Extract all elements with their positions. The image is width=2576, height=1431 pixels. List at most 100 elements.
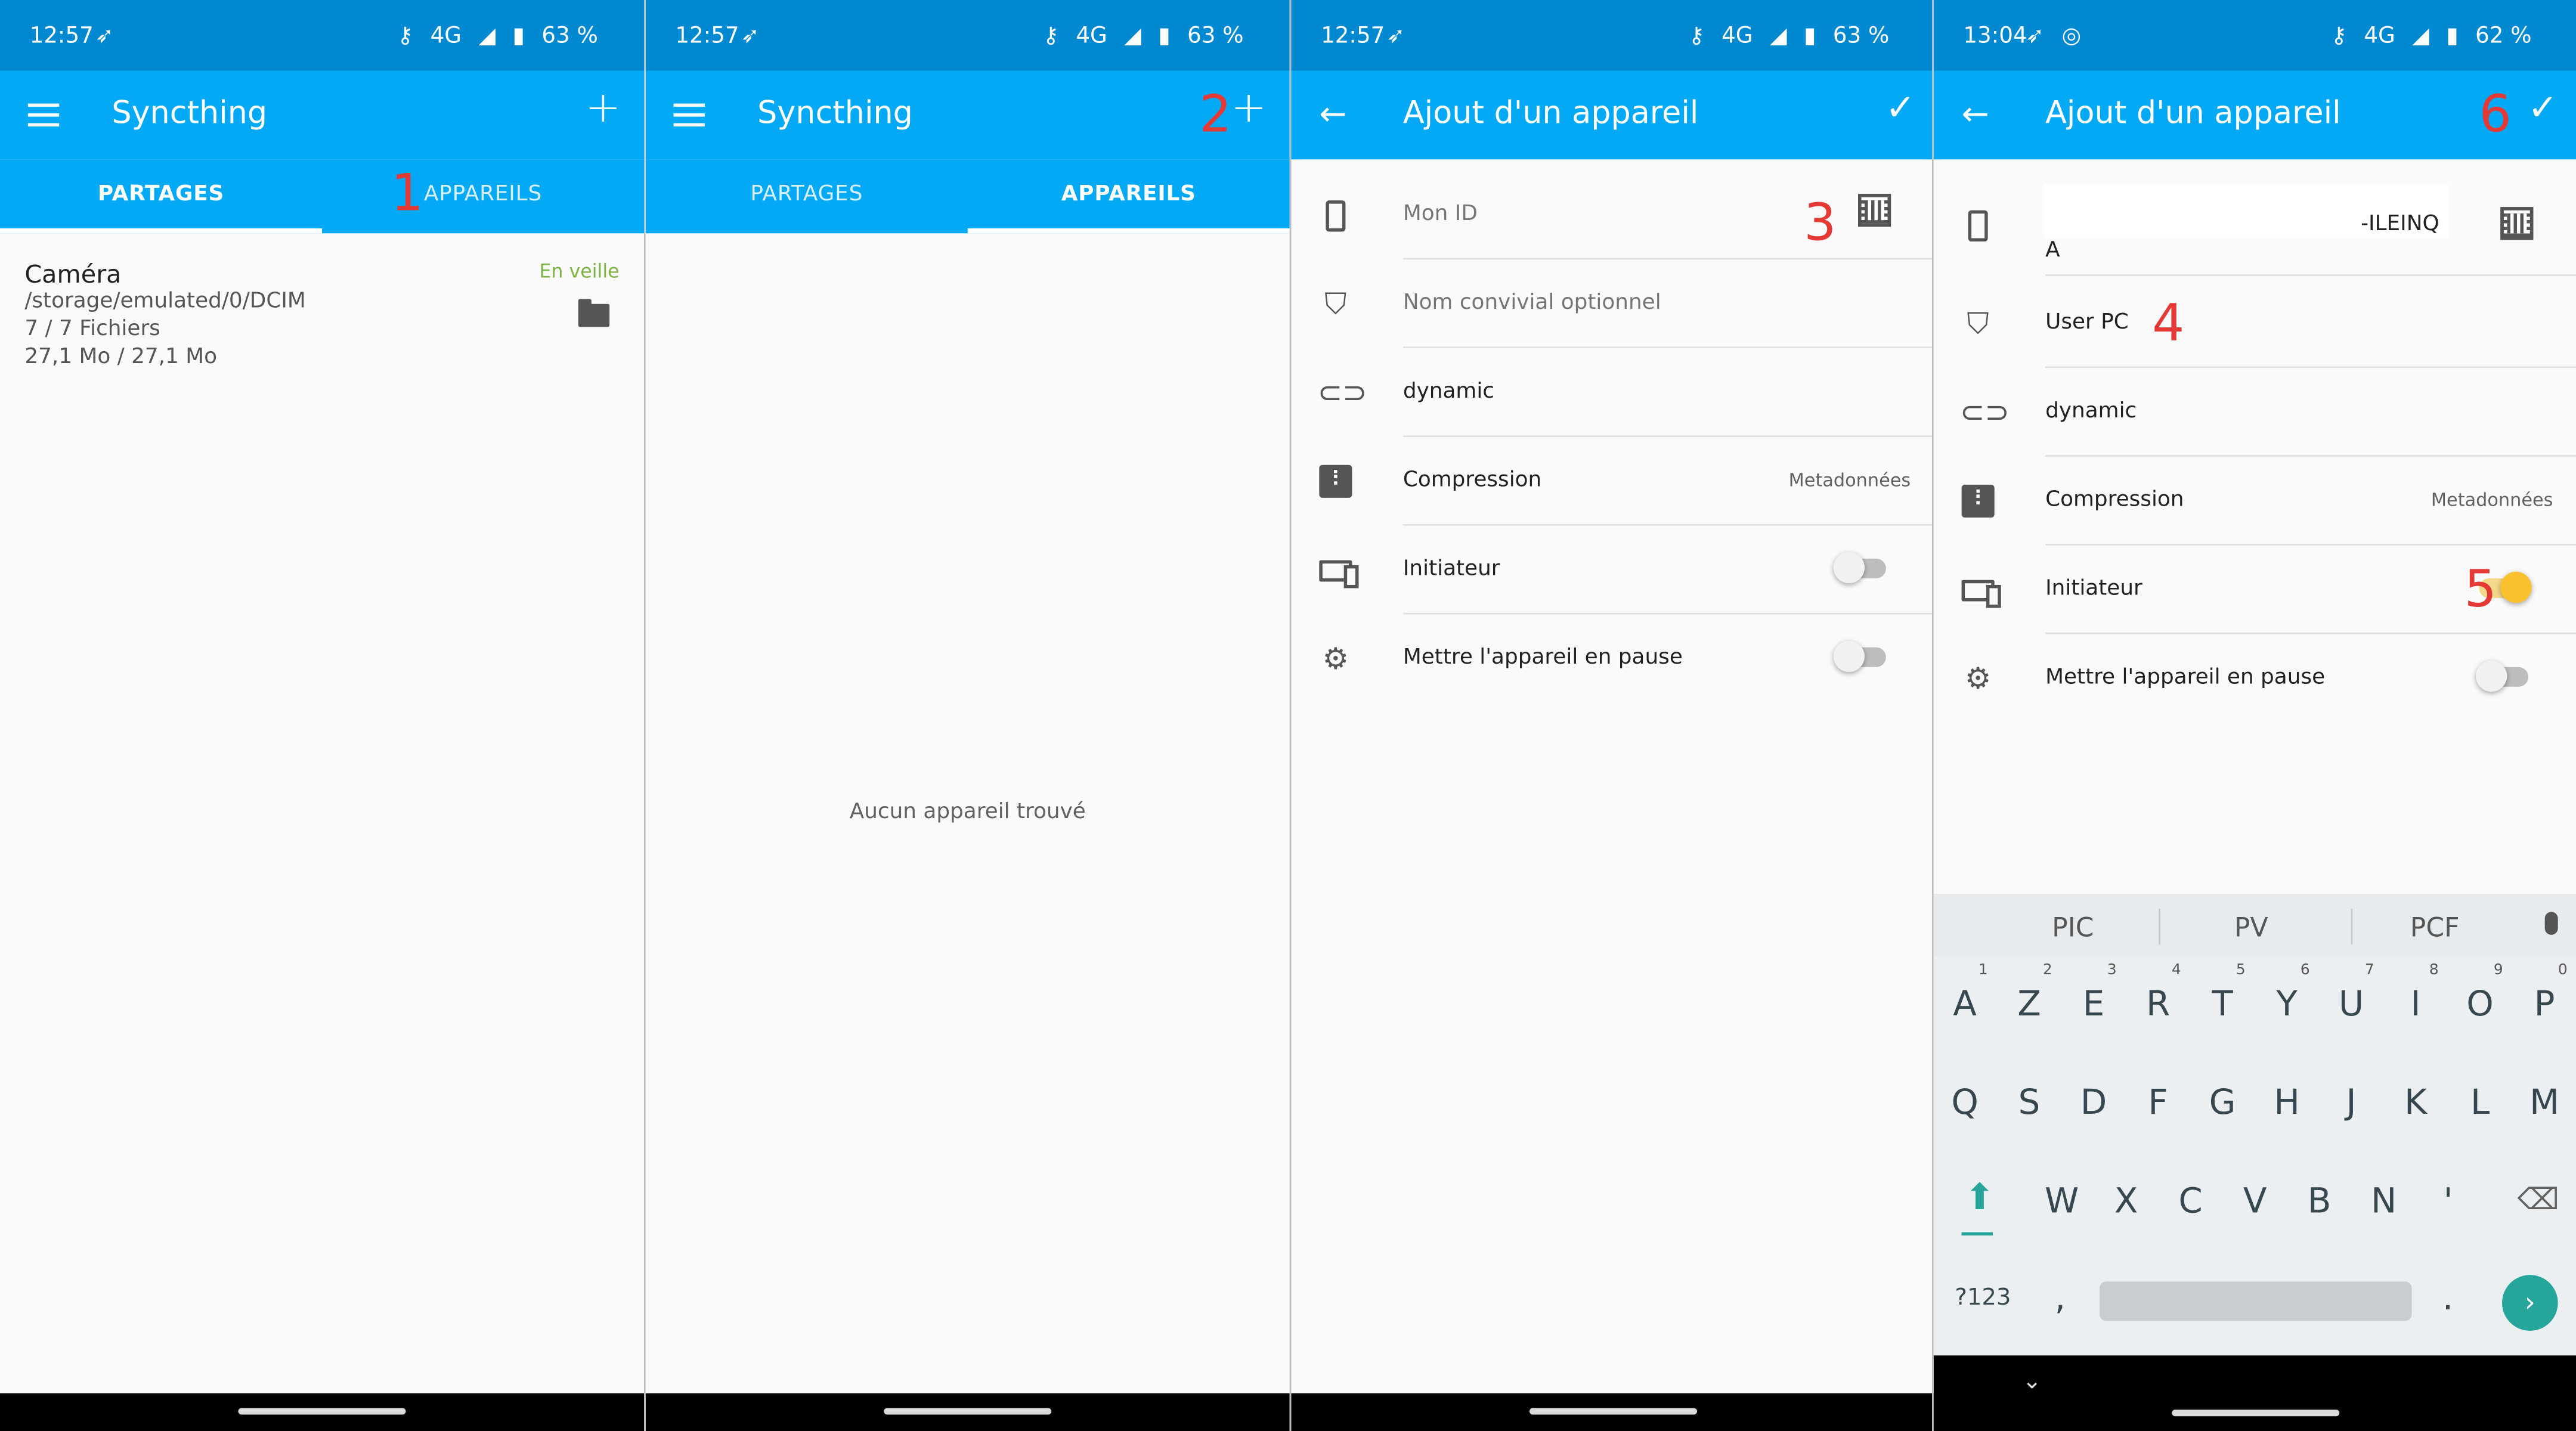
compression-setting[interactable]: Compression Metadonnées bbox=[1934, 457, 2576, 546]
device-name-field[interactable]: ⛉ User PC bbox=[1934, 279, 2576, 368]
space-key[interactable] bbox=[2100, 1281, 2412, 1321]
key-q[interactable]: Q bbox=[1940, 1083, 1990, 1122]
key-v[interactable]: V bbox=[2230, 1181, 2280, 1221]
back-arrow-icon[interactable]: ← bbox=[1319, 94, 1346, 133]
pause-toggle[interactable] bbox=[1833, 640, 1886, 672]
home-handle[interactable] bbox=[2172, 1410, 2340, 1417]
suggestion-2[interactable]: PV bbox=[2234, 912, 2268, 943]
device-id-input[interactable]: Mon ID bbox=[1403, 202, 1478, 227]
key-t[interactable]: T5 bbox=[2198, 963, 2247, 1024]
status-time: 12:57 bbox=[29, 23, 94, 49]
comma-key[interactable]: , bbox=[2039, 1278, 2082, 1318]
address-field[interactable]: ⊂⊃ dynamic bbox=[1934, 368, 2576, 457]
introducer-label: Initiateur bbox=[1402, 557, 1500, 582]
key-i[interactable]: I8 bbox=[2391, 963, 2441, 1024]
folder-size: 27,1 Mo / 27,1 Mo bbox=[24, 345, 218, 370]
folder-icon[interactable] bbox=[578, 299, 610, 327]
shift-key-icon[interactable]: ⬆ bbox=[1953, 1178, 2006, 1219]
address-input[interactable]: dynamic bbox=[2045, 399, 2137, 424]
key-r[interactable]: R4 bbox=[2134, 963, 2183, 1024]
phone-icon bbox=[1318, 199, 1354, 235]
key-d[interactable]: D bbox=[2069, 1083, 2119, 1122]
tab-folders[interactable]: PARTAGES bbox=[0, 159, 322, 234]
screen-add-device-filled: 13:04 ➶ ◎ ⚷ 4G ◢ ▮ 62 % ← Ajout d'un app… bbox=[1933, 0, 2576, 1431]
tab-devices[interactable]: APPAREILS bbox=[967, 159, 1290, 234]
annotation-3: 3 bbox=[1804, 194, 1837, 253]
key-o[interactable]: O9 bbox=[2456, 963, 2505, 1024]
key-j[interactable]: J bbox=[2327, 1083, 2376, 1122]
pause-setting[interactable]: ⚙ Mettre l'appareil en pause bbox=[1934, 634, 2576, 723]
microphone-icon[interactable] bbox=[2544, 912, 2558, 935]
key-m[interactable]: M bbox=[2520, 1083, 2569, 1122]
key-n[interactable]: N bbox=[2359, 1181, 2408, 1221]
vpn-key-icon: ⚷ bbox=[397, 23, 414, 49]
period-key[interactable]: . bbox=[2426, 1278, 2469, 1318]
gear-icon: ⚙ bbox=[1964, 662, 1992, 697]
enter-key-icon[interactable]: › bbox=[2502, 1275, 2558, 1331]
signal-icon: ◢ bbox=[1769, 23, 1787, 49]
key-x[interactable]: X bbox=[2101, 1181, 2151, 1221]
device-name-input[interactable]: Nom convivial optionnel bbox=[1403, 291, 1661, 315]
folder-list-item[interactable]: Caméra /storage/emulated/0/DCIM 7 / 7 Fi… bbox=[24, 259, 619, 370]
menu-icon[interactable] bbox=[673, 103, 705, 127]
device-name-input[interactable]: User PC bbox=[2045, 311, 2129, 335]
introducer-toggle[interactable] bbox=[1833, 552, 1886, 584]
check-icon[interactable]: ✓ bbox=[1885, 89, 1916, 130]
key-e[interactable]: E3 bbox=[2069, 963, 2119, 1024]
status-bar: 12:57 ➶ ⚷ 4G ◢ ▮ 63 % bbox=[645, 0, 1290, 71]
navigation-icon: ➶ bbox=[95, 23, 114, 49]
tab-devices[interactable]: APPAREILS bbox=[322, 159, 644, 233]
annotation-4: 4 bbox=[2152, 294, 2185, 354]
qr-code-icon[interactable] bbox=[1858, 194, 1891, 227]
key-k[interactable]: K bbox=[2391, 1083, 2441, 1122]
key-f[interactable]: F bbox=[2134, 1083, 2183, 1122]
keyboard-hide-chevron-icon[interactable]: ⌄ bbox=[2023, 1368, 2042, 1395]
home-handle[interactable] bbox=[1529, 1408, 1698, 1415]
menu-icon[interactable] bbox=[27, 103, 60, 127]
annotation-5: 5 bbox=[2464, 560, 2497, 620]
network-type: 4G bbox=[1722, 23, 1753, 49]
page-title: Ajout d'un appareil bbox=[2045, 95, 2341, 132]
key-p[interactable]: P0 bbox=[2520, 963, 2569, 1024]
back-arrow-icon[interactable]: ← bbox=[1962, 94, 1989, 133]
home-handle[interactable] bbox=[238, 1408, 406, 1415]
key-a[interactable]: A1 bbox=[1940, 963, 1990, 1024]
suggestion-1[interactable]: PIC bbox=[2052, 912, 2094, 943]
device-id-line2: A bbox=[2045, 238, 2060, 263]
device-id-field[interactable]: Mon ID bbox=[1292, 171, 1936, 260]
introducer-setting[interactable]: Initiateur bbox=[1292, 526, 1936, 615]
compression-setting[interactable]: Compression Metadonnées bbox=[1292, 437, 1936, 526]
composite-screenshot: 12:57 ➶ ⚷ 4G ◢ ▮ 63 % Syncthing + PARTAG… bbox=[0, 0, 2576, 1431]
device-name-field[interactable]: ⛉ Nom convivial optionnel bbox=[1292, 259, 1936, 349]
annotation-2: 2 bbox=[1199, 85, 1232, 145]
add-device-icon[interactable]: + bbox=[1231, 84, 1267, 134]
key-s[interactable]: S bbox=[2005, 1083, 2054, 1122]
check-icon[interactable]: ✓ bbox=[2528, 89, 2558, 130]
key-w[interactable]: W bbox=[2037, 1181, 2086, 1221]
home-handle[interactable] bbox=[884, 1408, 1052, 1415]
key-y[interactable]: Y6 bbox=[2262, 963, 2312, 1024]
folder-path: /storage/emulated/0/DCIM bbox=[24, 289, 306, 314]
key-l[interactable]: L bbox=[2456, 1083, 2505, 1122]
key-z[interactable]: Z2 bbox=[2005, 963, 2054, 1024]
folder-name: Caméra bbox=[24, 259, 122, 289]
key-c[interactable]: C bbox=[2166, 1181, 2215, 1221]
key-g[interactable]: G bbox=[2198, 1083, 2247, 1122]
pause-setting[interactable]: ⚙ Mettre l'appareil en pause bbox=[1292, 615, 1936, 704]
suggestion-3[interactable]: PCF bbox=[2410, 912, 2460, 943]
key-h[interactable]: H bbox=[2262, 1083, 2312, 1122]
pause-label: Mettre l'appareil en pause bbox=[2045, 665, 2326, 690]
key-u[interactable]: U7 bbox=[2327, 963, 2376, 1024]
add-icon[interactable]: + bbox=[585, 84, 621, 134]
qr-code-icon[interactable] bbox=[2500, 207, 2534, 240]
address-field[interactable]: ⊂⊃ dynamic bbox=[1292, 348, 1936, 437]
backspace-key-icon[interactable]: ⌫ bbox=[2517, 1183, 2560, 1218]
annotation-1: 1 bbox=[391, 164, 424, 224]
key-b[interactable]: B bbox=[2295, 1181, 2344, 1221]
address-input[interactable]: dynamic bbox=[1403, 380, 1494, 404]
status-time: 12:57 bbox=[675, 23, 739, 49]
tab-folders[interactable]: PARTAGES bbox=[646, 159, 968, 233]
key-apostrophe[interactable]: ' bbox=[2423, 1181, 2473, 1221]
pause-toggle[interactable] bbox=[2475, 660, 2529, 692]
symbols-key[interactable]: ?123 bbox=[1950, 1285, 2015, 1311]
